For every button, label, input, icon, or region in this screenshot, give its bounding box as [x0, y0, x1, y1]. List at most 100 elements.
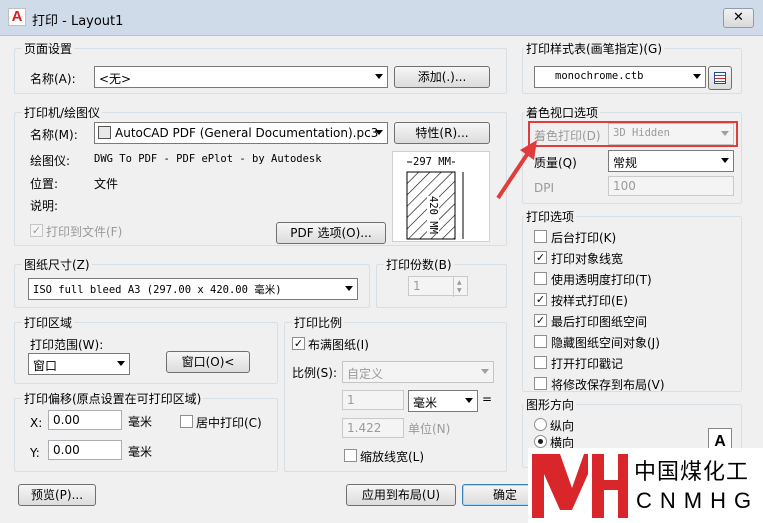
add-page-setup-button[interactable]: 添加(.)...: [394, 66, 490, 88]
window-title: 打印 - Layout1: [32, 14, 124, 29]
watermark-logo-icon: [532, 454, 628, 518]
chevron-down-icon: [375, 130, 383, 135]
scale-unit-select[interactable]: 毫米: [408, 390, 478, 412]
chevron-down-icon: [721, 158, 729, 163]
plot-option-checkbox[interactable]: [534, 272, 547, 285]
plot-style-heading: 打印样式表(画笔指定)(G): [524, 40, 665, 57]
scale-label: 比例(S):: [292, 366, 338, 380]
location-value: 文件: [94, 177, 119, 191]
offset-y-input[interactable]: 0.00: [48, 440, 122, 460]
offset-x-value: 0.00: [53, 413, 80, 427]
fit-to-paper-checkbox[interactable]: ✓: [292, 337, 305, 350]
dpi-value: 100: [613, 179, 636, 193]
pdf-options-button[interactable]: PDF 选项(O)...: [276, 222, 386, 244]
plot-range-value: 窗口: [33, 359, 58, 373]
plot-option-checkbox[interactable]: ✓: [534, 314, 547, 327]
printer-name-select[interactable]: AutoCAD PDF (General Documentation).pc3: [94, 122, 388, 144]
chevron-down-icon: [117, 361, 125, 366]
plot-option-label: 将修改保存到布局(V): [551, 378, 665, 392]
offset-x-unit: 毫米: [128, 415, 153, 429]
plot-option-label: 按样式打印(E): [551, 294, 628, 308]
plot-range-label: 打印范围(W):: [30, 338, 104, 352]
plot-offset-heading: 打印偏移(原点设置在可打印区域): [22, 390, 204, 407]
printer-name-label: 名称(M):: [30, 128, 78, 142]
autocad-app-icon[interactable]: A: [8, 8, 26, 26]
scale-equals: =: [482, 392, 493, 406]
quality-value: 常规: [613, 156, 638, 170]
plot-area-heading: 打印区域: [22, 314, 75, 331]
plot-option-checkbox[interactable]: ✓: [534, 251, 547, 264]
shade-plot-select[interactable]: 3D Hidden: [608, 123, 734, 145]
offset-y-label: Y:: [30, 446, 40, 460]
plot-options-heading: 打印选项: [524, 208, 577, 225]
cnmhg-watermark: 中国煤化工 CNMHG: [528, 448, 763, 523]
scale-value1-input[interactable]: 1: [342, 390, 404, 410]
chevron-down-icon: [345, 286, 353, 291]
paper-size-value: ISO full bleed A3 (297.00 x 420.00 毫米): [33, 284, 282, 296]
plot-range-select[interactable]: 窗口: [28, 353, 130, 375]
scale-lineweights-checkbox[interactable]: [344, 449, 357, 462]
plotter-value: DWG To PDF - PDF ePlot - by Autodesk: [94, 153, 322, 165]
offset-x-input[interactable]: 0.00: [48, 410, 122, 430]
plot-style-value: monochrome.ctb: [555, 70, 644, 82]
center-plot-label: 居中打印(C): [196, 416, 262, 430]
scale-lineweights-label: 缩放线宽(L): [360, 450, 425, 464]
plot-option-checkbox[interactable]: ✓: [534, 293, 547, 306]
plot-to-file-checkbox[interactable]: ✓: [30, 224, 43, 237]
edit-plot-style-button[interactable]: [708, 66, 732, 90]
scale-value: 自定义: [347, 367, 384, 381]
plot-option-label: 使用透明度打印(T): [551, 273, 652, 287]
plot-option-label: 后台打印(K): [551, 231, 617, 245]
chevron-down-icon: [375, 74, 383, 79]
chevron-down-icon: [465, 398, 473, 403]
printer-name-value: AutoCAD PDF (General Documentation).pc3: [115, 126, 379, 140]
scale-select[interactable]: 自定义: [342, 361, 494, 383]
landscape-radio[interactable]: [534, 435, 547, 448]
printer-properties-button[interactable]: 特性(R)...: [394, 122, 490, 144]
offset-y-unit: 毫米: [128, 445, 153, 459]
copies-spinner[interactable]: ▲ ▼: [453, 277, 467, 297]
scale-value2-input[interactable]: 1.422: [342, 418, 404, 438]
plot-scale-heading: 打印比例: [292, 314, 345, 331]
plot-option-checkbox[interactable]: [534, 335, 547, 348]
plot-option-checkbox[interactable]: [534, 377, 547, 390]
chevron-down-icon: [721, 131, 729, 136]
watermark-cn-text: 中国煤化工: [634, 460, 750, 485]
quality-select[interactable]: 常规: [608, 150, 734, 172]
plot-option-checkbox[interactable]: [534, 230, 547, 243]
page-setup-name-select[interactable]: <无>: [94, 66, 388, 88]
plot-option-checkbox[interactable]: [534, 356, 547, 369]
printer-icon: [98, 126, 111, 139]
copies-value: 1: [413, 279, 421, 293]
scale-units-label: 单位(N): [408, 422, 451, 436]
preview-button[interactable]: 预览(P)...: [18, 484, 96, 506]
chevron-down-icon: [693, 74, 701, 79]
plot-option-label: 打印对象线宽: [551, 252, 624, 266]
description-label: 说明:: [30, 199, 59, 213]
shaded-viewport-heading: 着色视口选项: [524, 104, 601, 121]
offset-y-value: 0.00: [53, 443, 80, 457]
plot-to-file-label: 打印到文件(F): [46, 225, 123, 239]
shade-plot-value: 3D Hidden: [613, 127, 670, 139]
copies-heading: 打印份数(B): [384, 256, 454, 273]
center-plot-checkbox[interactable]: [180, 415, 193, 428]
plot-style-select[interactable]: monochrome.ctb: [534, 66, 706, 88]
quality-label: 质量(Q): [534, 156, 577, 170]
portrait-radio[interactable]: [534, 418, 547, 431]
plot-window-button[interactable]: 窗口(O)<: [166, 351, 250, 373]
plot-option-label: 最后打印图纸空间: [551, 315, 648, 329]
scale-value1: 1: [347, 393, 355, 407]
copies-input[interactable]: 1 ▲ ▼: [408, 276, 468, 297]
close-button[interactable]: ✕: [723, 8, 754, 28]
plotter-label: 绘图仪:: [30, 154, 71, 168]
dpi-input[interactable]: 100: [608, 176, 734, 196]
plot-option-label: 打开打印戳记: [551, 357, 624, 371]
spin-up-icon: ▲: [457, 279, 462, 286]
portrait-label: 纵向: [550, 419, 575, 433]
scale-unit-value: 毫米: [413, 396, 438, 410]
offset-x-label: X:: [30, 416, 43, 430]
spin-down-icon: ▼: [457, 287, 462, 294]
fit-to-paper-label: 布满图纸(I): [308, 338, 369, 352]
paper-size-select[interactable]: ISO full bleed A3 (297.00 x 420.00 毫米): [28, 278, 358, 300]
apply-to-layout-button[interactable]: 应用到布局(U): [346, 484, 456, 506]
